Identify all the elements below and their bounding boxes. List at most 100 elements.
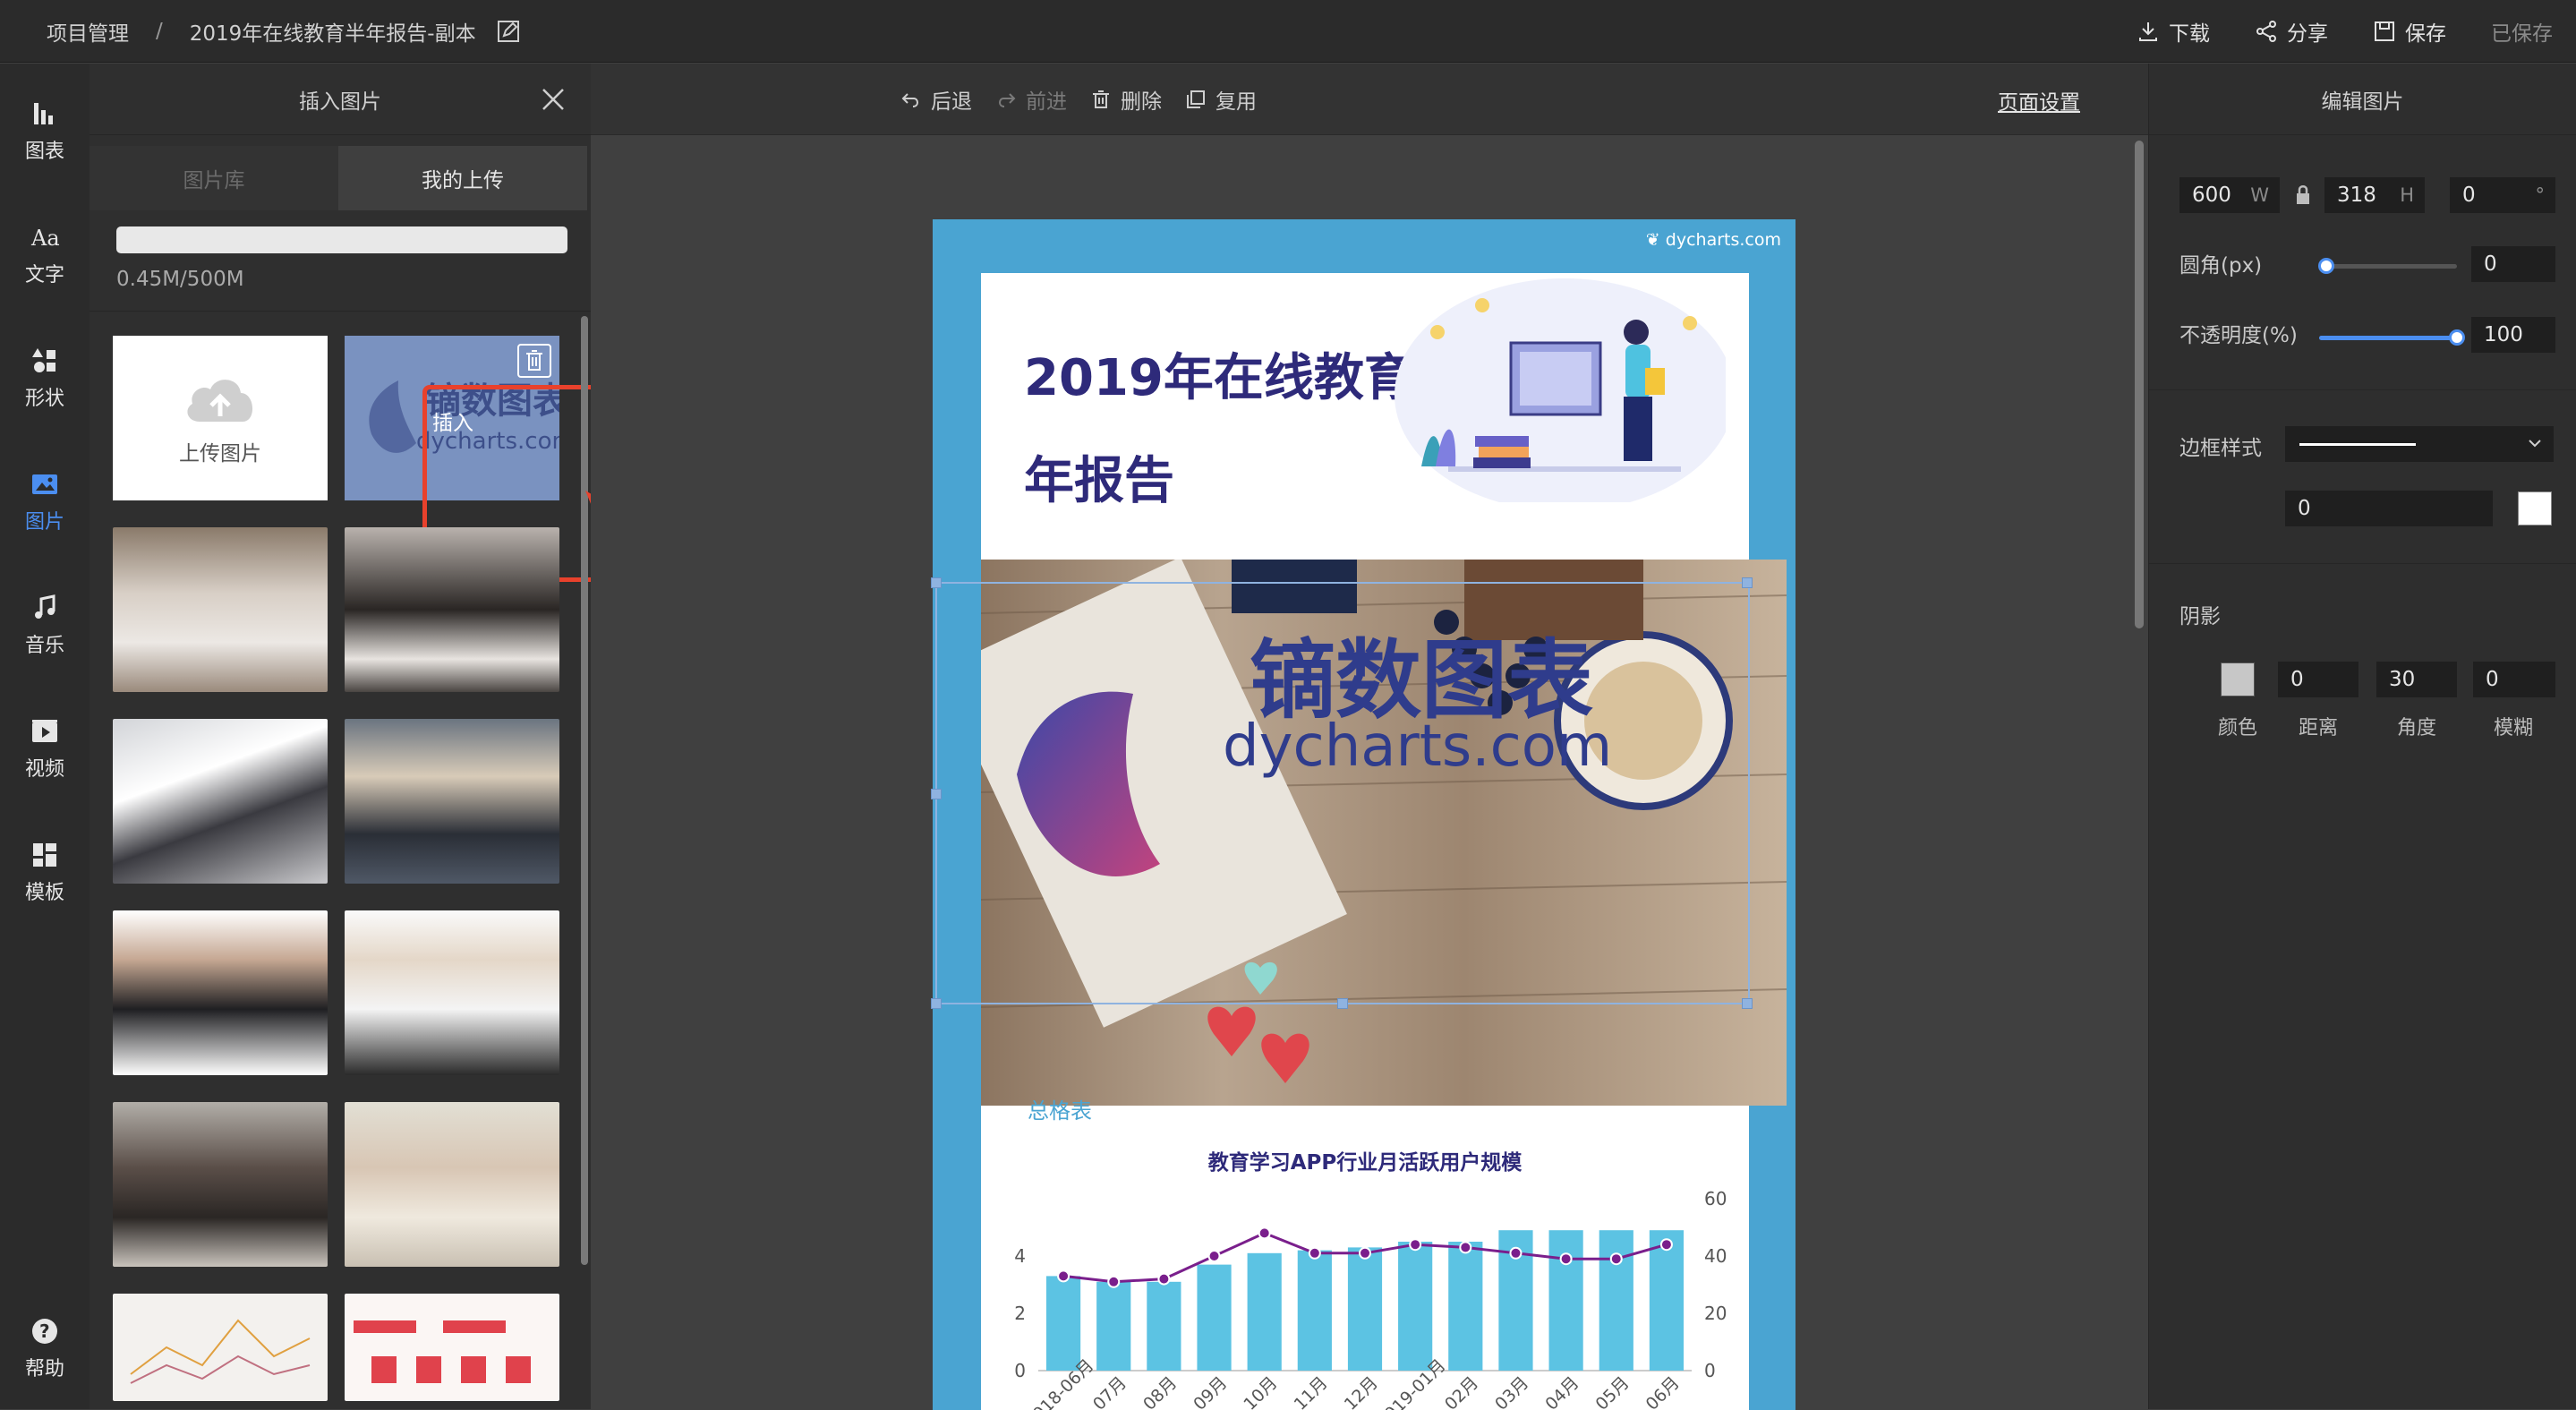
- y-right-tick-label: 20: [1704, 1303, 1727, 1324]
- panel-separator: [2149, 389, 2576, 390]
- resize-handle[interactable]: [931, 998, 942, 1009]
- radius-slider[interactable]: [2318, 258, 2457, 274]
- close-icon[interactable]: [541, 87, 566, 112]
- combo-chart: 02402040602018-06月07月 08月 09月 10月 11月 12月2019…: [1014, 1188, 1727, 1410]
- nav-item-image[interactable]: 图片: [0, 452, 90, 551]
- uploaded-thumb[interactable]: [345, 527, 559, 692]
- edit-icon[interactable]: [496, 19, 521, 44]
- undo-label: 后退: [931, 90, 972, 114]
- page-setup-link[interactable]: 页面设置: [1998, 85, 2080, 115]
- thumb-report-graphic: [354, 1320, 531, 1383]
- x-tick-label: 04月: [1541, 1373, 1582, 1410]
- breadcrumb-separator: /: [156, 19, 163, 43]
- chart-bar: [1096, 1281, 1131, 1371]
- chart-bar: [1147, 1281, 1181, 1371]
- nav-item-text[interactable]: Aa 文字: [0, 205, 90, 303]
- nav-item-shapes[interactable]: 形状: [0, 329, 90, 427]
- redo-button[interactable]: 前进: [995, 84, 1067, 115]
- save-button[interactable]: 保存: [2373, 16, 2446, 47]
- height-unit: H: [2400, 184, 2414, 206]
- tab-my-uploads[interactable]: 我的上传: [338, 146, 587, 210]
- opacity-slider[interactable]: [2319, 329, 2465, 346]
- panel-scrollbar[interactable]: [581, 316, 588, 1265]
- radius-input[interactable]: 0: [2471, 246, 2555, 282]
- hidden-section-label: 总格表: [1028, 1098, 1092, 1124]
- uploaded-thumb[interactable]: [345, 719, 559, 884]
- delete-button[interactable]: 删除: [1090, 84, 1162, 115]
- chart-bar: [1197, 1264, 1232, 1371]
- uploaded-thumb[interactable]: [345, 1294, 559, 1401]
- template-icon: [33, 843, 56, 867]
- border-style-select[interactable]: [2285, 426, 2554, 462]
- page-watermark: ❦ dycharts.com: [1646, 230, 1781, 250]
- leaf-icon: ❦: [1645, 230, 1666, 250]
- share-button[interactable]: 分享: [2255, 16, 2328, 47]
- top-bar: 项目管理 / 2019年在线教育半年报告-副本 下载 分享 保存 已保存: [0, 0, 2576, 63]
- resize-handle[interactable]: [1337, 998, 1348, 1009]
- tab-library[interactable]: 图片库: [90, 146, 338, 210]
- opacity-slider-knob[interactable]: [2449, 329, 2465, 346]
- nav-item-chart[interactable]: 图表: [0, 81, 90, 180]
- x-tick-label: 08月: [1139, 1373, 1181, 1410]
- width-unit: W: [2250, 184, 2269, 206]
- y-left-tick-label: 2: [1014, 1303, 1026, 1324]
- chart-bar: [1045, 1276, 1081, 1371]
- chart-card[interactable]: 总格表 教育学习APP行业月活跃用户规模 0 2 4 0 20 40 60 2018-06月 0…: [981, 1098, 1749, 1410]
- shadow-label: 阴影: [2179, 605, 2221, 628]
- shadow-color-swatch[interactable]: [2221, 662, 2255, 696]
- download-button[interactable]: 下载: [2137, 16, 2210, 47]
- height-input[interactable]: 318 H: [2324, 177, 2425, 213]
- upload-image-button[interactable]: 上传图片: [113, 336, 328, 500]
- chart-bar: [1548, 1230, 1583, 1371]
- rotation-input[interactable]: 0 °: [2450, 177, 2555, 213]
- uploaded-thumb[interactable]: [113, 719, 328, 884]
- shadow-distance-input[interactable]: 0: [2278, 662, 2358, 697]
- uploaded-thumb[interactable]: [345, 1102, 559, 1267]
- radius-value: 0: [2484, 252, 2497, 276]
- video-icon: [32, 720, 57, 742]
- edit-panel-header: 编辑图片: [2149, 64, 2576, 135]
- selection-frame: [935, 582, 1750, 1004]
- nav-item-help[interactable]: ? 帮助: [0, 1299, 90, 1397]
- width-input[interactable]: 600 W: [2179, 177, 2280, 213]
- x-tick-label: 11月: [1291, 1373, 1332, 1410]
- uploaded-thumb[interactable]: [113, 1294, 328, 1401]
- border-color-swatch[interactable]: [2518, 491, 2552, 526]
- resize-handle[interactable]: [931, 789, 942, 799]
- help-label: 帮助: [24, 1358, 64, 1380]
- shadow-blur-input[interactable]: 0: [2473, 662, 2555, 697]
- opacity-input[interactable]: 100: [2471, 317, 2555, 353]
- resize-handle[interactable]: [1742, 577, 1753, 588]
- redo-icon: [999, 93, 1016, 107]
- uploaded-thumb[interactable]: [345, 910, 559, 1075]
- border-width-value: 0: [2298, 497, 2311, 520]
- canvas-area: 后退 前进 删除 复用 页面设置 ❦ dycharts.com 2019年在线教…: [591, 64, 2148, 1410]
- chart-bar: [1347, 1247, 1383, 1371]
- resize-handle[interactable]: [931, 577, 942, 588]
- uploaded-thumb[interactable]: [113, 1102, 328, 1267]
- title-card[interactable]: 2019年在线教育半年报告: [981, 273, 1749, 560]
- nav-item-template[interactable]: 模板: [0, 823, 90, 921]
- chart-icon: [34, 103, 53, 124]
- chart-point: [1359, 1246, 1371, 1260]
- y-left-tick-label: 0: [1014, 1360, 1026, 1381]
- uploaded-thumb[interactable]: [113, 527, 328, 692]
- border-width-input[interactable]: 0: [2285, 491, 2493, 526]
- breadcrumb-root[interactable]: 项目管理: [47, 16, 129, 47]
- page-watermark-text: dycharts.com: [1665, 230, 1781, 250]
- shadow-angle-input[interactable]: 30: [2376, 662, 2457, 697]
- canvas-scrollbar[interactable]: [2135, 141, 2144, 628]
- lock-icon[interactable]: [2294, 184, 2312, 206]
- radius-slider-knob[interactable]: [2318, 258, 2334, 274]
- uploaded-thumb[interactable]: [113, 910, 328, 1075]
- nav-item-video[interactable]: 视频: [0, 699, 90, 798]
- save-icon: [2375, 21, 2394, 41]
- svg-text:?: ?: [39, 1320, 50, 1342]
- duplicate-button[interactable]: 复用: [1185, 84, 1257, 115]
- report-page: ❦ dycharts.com 2019年在线教育半年报告 镝数图表 dychar…: [931, 219, 1796, 1410]
- undo-button[interactable]: 后退: [900, 84, 972, 115]
- resize-handle[interactable]: [1742, 998, 1753, 1009]
- duplicate-label: 复用: [1215, 90, 1257, 114]
- nav-item-music[interactable]: 音乐: [0, 576, 90, 674]
- chart-point: [1207, 1250, 1221, 1262]
